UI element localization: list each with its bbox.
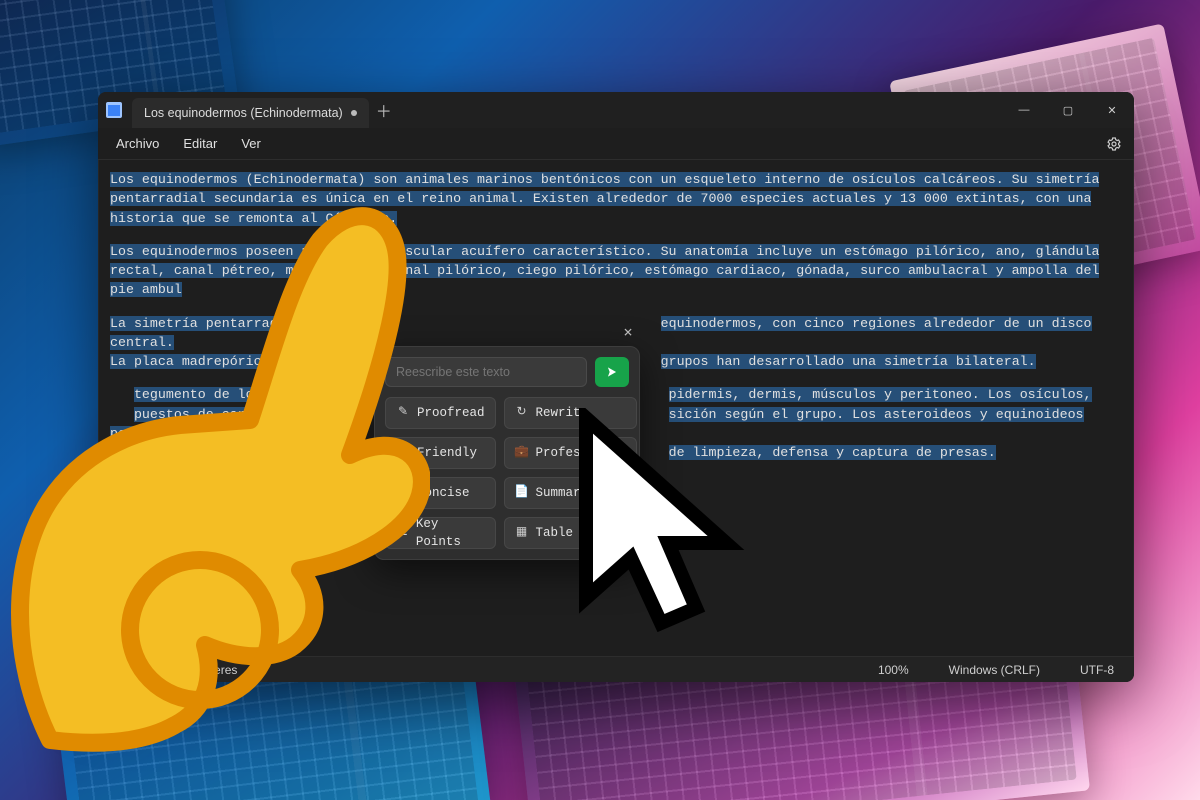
selected-text: de limpieza, defensa y captura de presas… bbox=[669, 445, 996, 460]
rewrite-button[interactable]: ↻ Rewrite bbox=[504, 397, 637, 429]
rewrite-popup: ✕ ✎Proofread ↻Rewrite ☺Friendly 💼Profess… bbox=[374, 346, 640, 560]
gear-icon bbox=[1106, 136, 1122, 152]
document-tab-title: Los equinodermos (Echinodermata) bbox=[144, 106, 343, 120]
proofread-button[interactable]: ✎ Proofread bbox=[385, 397, 496, 429]
table-button[interactable]: ▦ Table bbox=[504, 517, 637, 549]
button-label: Friendly bbox=[417, 444, 477, 462]
button-label: Proofread bbox=[417, 404, 485, 422]
rewrite-send-button[interactable] bbox=[595, 357, 629, 387]
friendly-icon: ☺ bbox=[396, 446, 410, 460]
concise-button[interactable]: ⇆ Concise bbox=[385, 477, 496, 509]
list-icon: ☰ bbox=[396, 526, 409, 540]
status-eol[interactable]: Windows (CRLF) bbox=[943, 663, 1046, 677]
button-label: Key Points bbox=[416, 515, 485, 551]
summary-button[interactable]: 📄 Summary bbox=[504, 477, 637, 509]
new-tab-button[interactable]: ＋ bbox=[369, 98, 399, 122]
menubar: Archivo Editar Ver bbox=[98, 128, 1134, 160]
proofread-icon: ✎ bbox=[396, 406, 410, 420]
briefcase-icon: 💼 bbox=[515, 446, 529, 460]
selected-text: La placa madrepórica in bbox=[110, 354, 294, 369]
app-icon bbox=[106, 102, 122, 118]
status-position: Ln 7 bbox=[112, 663, 147, 677]
notepad-window: Los equinodermos (Echinodermata) ＋ — ▢ ✕… bbox=[98, 92, 1134, 682]
unsaved-indicator-icon bbox=[351, 110, 357, 116]
statusbar: Ln 7 caracteres 100% Windows (CRLF) UTF-… bbox=[98, 656, 1134, 682]
document-tab[interactable]: Los equinodermos (Echinodermata) bbox=[132, 98, 369, 128]
table-icon: ▦ bbox=[515, 526, 529, 540]
status-zoom[interactable]: 100% bbox=[872, 663, 915, 677]
selected-text: pidermis, dermis, músculos y peritoneo. … bbox=[669, 387, 1092, 402]
selected-text: La simetría pentarradia bbox=[110, 316, 294, 331]
close-icon: ✕ bbox=[1107, 104, 1116, 117]
selected-text: tegumento de los equ bbox=[134, 387, 294, 402]
concise-icon: ⇆ bbox=[396, 486, 410, 500]
button-label: Professional bbox=[536, 444, 626, 462]
menu-edit[interactable]: Editar bbox=[171, 132, 229, 155]
button-label: Summary bbox=[536, 484, 589, 502]
minimize-icon: — bbox=[1019, 104, 1030, 116]
rewrite-prompt-input[interactable] bbox=[385, 357, 587, 387]
button-label: Rewrite bbox=[536, 404, 589, 422]
popup-close-button[interactable]: ✕ bbox=[623, 326, 633, 343]
menu-file[interactable]: Archivo bbox=[104, 132, 171, 155]
selected-text: icelarios, estructur bbox=[134, 445, 294, 460]
keypoints-button[interactable]: ☰ Key Points bbox=[385, 517, 496, 549]
status-encoding[interactable]: UTF-8 bbox=[1074, 663, 1120, 677]
window-controls: — ▢ ✕ bbox=[1002, 92, 1134, 128]
summary-icon: 📄 bbox=[515, 486, 529, 500]
rewrite-icon: ↻ bbox=[515, 406, 529, 420]
menu-view[interactable]: Ver bbox=[229, 132, 273, 155]
settings-button[interactable] bbox=[1100, 130, 1128, 158]
selected-text: Los equinodermos poseen un sistema vascu… bbox=[110, 244, 1099, 298]
selected-text: Los equinodermos (Echinodermata) son ani… bbox=[110, 172, 1099, 226]
selected-text: grupos han desarrollado una simetría bil… bbox=[661, 354, 1036, 369]
professional-button[interactable]: 💼 Professional bbox=[504, 437, 637, 469]
status-chars: caracteres bbox=[175, 663, 243, 677]
button-label: Table bbox=[536, 524, 574, 542]
maximize-icon: ▢ bbox=[1063, 104, 1073, 117]
minimize-button[interactable]: — bbox=[1002, 92, 1046, 128]
selected-text: puestos de carbonato bbox=[134, 407, 294, 422]
button-label: Concise bbox=[417, 484, 470, 502]
titlebar[interactable]: Los equinodermos (Echinodermata) ＋ — ▢ ✕ bbox=[98, 92, 1134, 128]
send-icon bbox=[605, 365, 619, 379]
maximize-button[interactable]: ▢ bbox=[1046, 92, 1090, 128]
friendly-button[interactable]: ☺ Friendly bbox=[385, 437, 496, 469]
text-editor[interactable]: Los equinodermos (Echinodermata) son ani… bbox=[98, 160, 1134, 656]
close-button[interactable]: ✕ bbox=[1090, 92, 1134, 128]
